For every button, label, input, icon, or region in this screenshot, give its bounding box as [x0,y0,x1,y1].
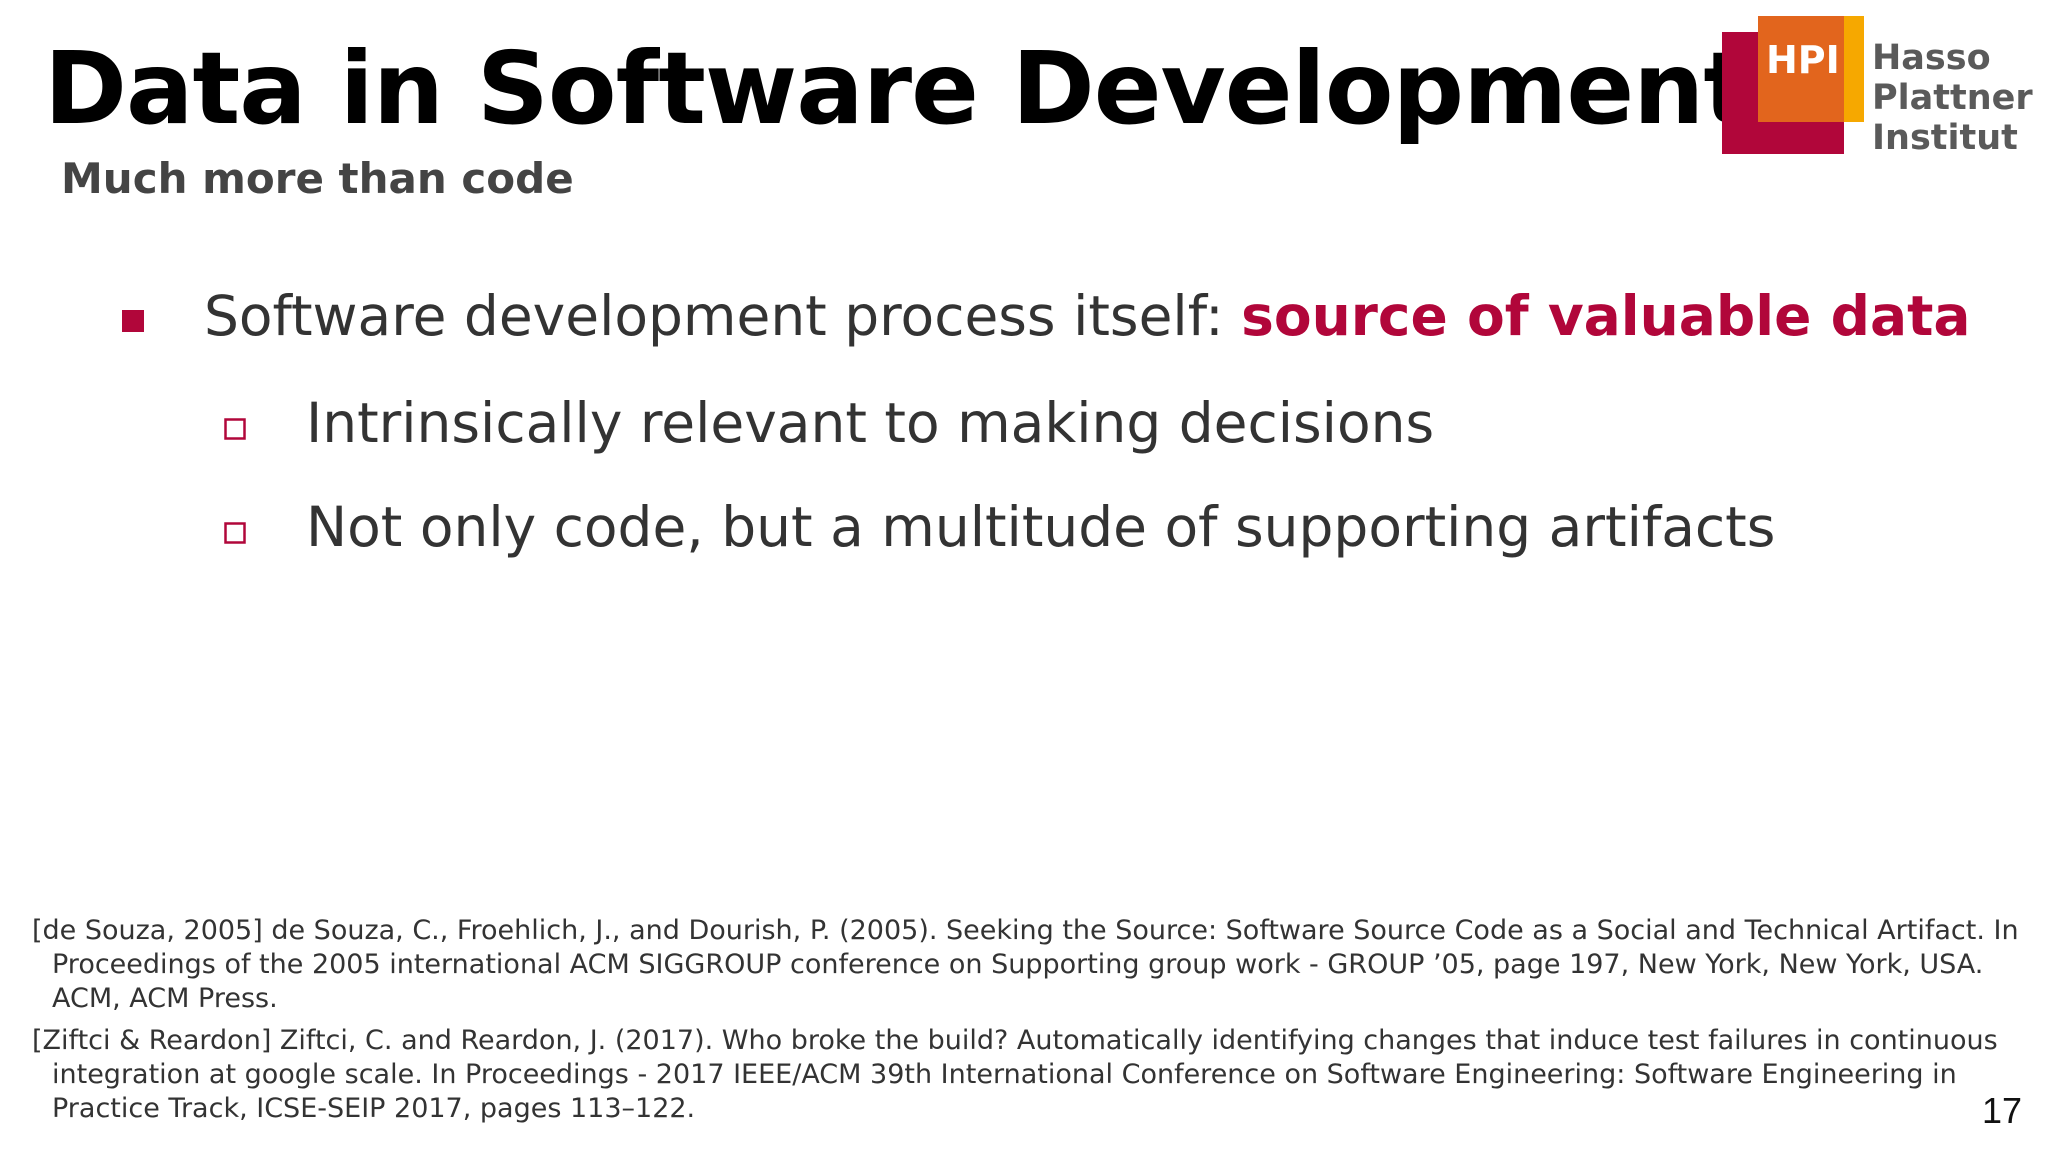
bullet-text: Software development process itself: sou… [204,280,1970,352]
hollow-square-bullet-icon [224,418,246,440]
reference-line: [de Souza, 2005] de Souza, C., Froehlich… [32,915,2019,946]
sub-bullet-text: Intrinsically relevant to making decisio… [306,391,1435,455]
reference-line: Practice Track, ICSE-SEIP 2017, pages 11… [52,1093,696,1124]
sub-bullet-text: Not only code, but a multitude of suppor… [306,495,1776,559]
hpi-logo: HPI Hasso Plattner Institut [1722,16,2033,166]
logo-abbreviation: HPI [1766,38,1840,82]
references: [de Souza, 2005] de Souza, C., Froehlich… [32,914,2019,1134]
bullet-list: Software development process itself: sou… [118,280,1998,566]
bullet-item: Software development process itself: sou… [118,280,1998,352]
slide-subtitle: Much more than code [61,154,574,203]
logo-name-line: Institut [1872,118,2018,158]
bullet-main-text: Software development process itself: [204,284,1242,348]
logo-name-line: Hasso [1872,38,1991,78]
reference-line: ACM, ACM Press. [52,983,278,1014]
sub-bullet-item: Intrinsically relevant to making decisio… [118,384,1998,462]
slide-title: Data in Software Development [44,30,1751,147]
sub-bullet-item: Not only code, but a multitude of suppor… [118,488,1998,566]
bullet-highlight: source of valuable data [1241,284,1971,348]
reference-line: integration at google scale. In Proceedi… [52,1059,1957,1090]
slide: Data in Software Development Much more t… [0,0,2048,1152]
logo-institute-name: Hasso Plattner Institut [1872,38,2033,158]
reference-item: [de Souza, 2005] de Souza, C., Froehlich… [32,914,2019,1016]
hollow-square-bullet-icon [224,522,246,544]
reference-item: [Ziftci & Reardon] Ziftci, C. and Reardo… [32,1024,1998,1126]
reference-line: [Ziftci & Reardon] Ziftci, C. and Reardo… [32,1025,1998,1056]
page-number: 17 [1982,1090,2023,1131]
logo-name-line: Plattner [1872,78,2033,118]
filled-square-bullet-icon [122,310,144,332]
reference-line: Proceedings of the 2005 international AC… [52,949,1984,980]
